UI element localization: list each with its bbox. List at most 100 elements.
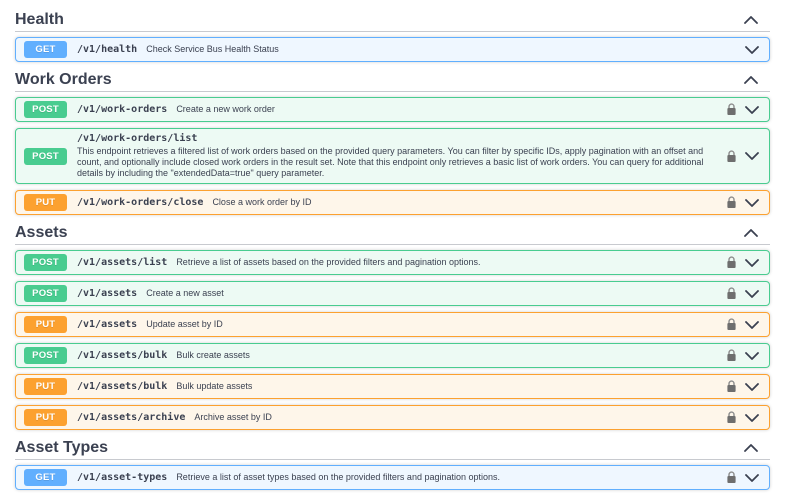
lock-icon [726, 287, 737, 300]
lock-icon [726, 196, 737, 209]
endpoint-content: /v1/assets/bulk Bulk create assets [77, 350, 718, 361]
lock-icon [726, 150, 737, 163]
lock-icon [726, 411, 737, 424]
http-method-badge: POST [24, 254, 67, 271]
endpoint-content: /v1/assets/list Retrieve a list of asset… [77, 257, 718, 268]
http-method-badge: PUT [24, 409, 67, 426]
chevron-down-icon [745, 46, 759, 54]
chevron-down-icon [745, 352, 759, 360]
http-method-badge: PUT [24, 194, 67, 211]
endpoint-summary: This endpoint retrieves a filtered list … [77, 146, 718, 179]
lock-icon [726, 380, 737, 393]
endpoint-controls [718, 318, 759, 331]
endpoint-path: /v1/asset-types [77, 472, 167, 483]
endpoint-content: /v1/work-orders/list This endpoint retri… [77, 133, 718, 179]
api-tag-section: Work Orders POST /v1/work-orders Create … [15, 68, 770, 215]
http-method-badge: PUT [24, 316, 67, 333]
endpoint-controls [718, 103, 759, 116]
authorize-lock-button[interactable] [726, 471, 737, 484]
section-endpoints: GET /v1/health Check Service Bus Health … [15, 37, 770, 62]
section-endpoints: GET /v1/asset-types Retrieve a list of a… [15, 465, 770, 490]
authorize-lock-button[interactable] [726, 287, 737, 300]
endpoint-content: /v1/assets Create a new asset [77, 288, 718, 299]
tag-section-header[interactable]: Asset Types [15, 436, 770, 460]
endpoint-summary: Bulk create assets [176, 350, 250, 361]
chevron-up-icon [744, 76, 758, 84]
endpoint-path: /v1/assets [77, 319, 137, 330]
http-method-badge: POST [24, 148, 67, 165]
section-endpoints: POST /v1/assets/list Retrieve a list of … [15, 250, 770, 430]
http-method-badge: GET [24, 41, 67, 58]
endpoint-row[interactable]: PUT /v1/work-orders/close Close a work o… [15, 190, 770, 215]
endpoint-row[interactable]: POST /v1/assets/bulk Bulk create assets [15, 343, 770, 368]
endpoint-summary: Check Service Bus Health Status [146, 44, 279, 55]
authorize-lock-button[interactable] [726, 256, 737, 269]
chevron-down-icon [745, 290, 759, 298]
endpoint-summary: Create a new work order [176, 104, 275, 115]
endpoint-row[interactable]: POST /v1/assets Create a new asset [15, 281, 770, 306]
authorize-lock-button[interactable] [726, 103, 737, 116]
tag-section-header[interactable]: Work Orders [15, 68, 770, 92]
endpoint-row[interactable]: POST /v1/work-orders Create a new work o… [15, 97, 770, 122]
endpoint-row[interactable]: PUT /v1/assets/archive Archive asset by … [15, 405, 770, 430]
endpoint-path: /v1/assets/list [77, 257, 167, 268]
endpoint-row[interactable]: PUT /v1/assets Update asset by ID [15, 312, 770, 337]
endpoint-path: /v1/health [77, 44, 137, 55]
api-tag-section: Assets POST /v1/assets/list Retrieve a l… [15, 221, 770, 430]
section-title: Asset Types [15, 438, 108, 457]
lock-icon [726, 349, 737, 362]
chevron-down-icon [745, 259, 759, 267]
authorize-lock-button[interactable] [726, 411, 737, 424]
section-title: Health [15, 10, 64, 29]
authorize-lock-button[interactable] [726, 380, 737, 393]
authorize-lock-button[interactable] [726, 349, 737, 362]
endpoint-content: /v1/work-orders Create a new work order [77, 104, 718, 115]
endpoint-row[interactable]: POST /v1/work-orders/list This endpoint … [15, 128, 770, 184]
endpoint-summary: Retrieve a list of assets based on the p… [176, 257, 480, 268]
authorize-lock-button[interactable] [726, 150, 737, 163]
endpoint-controls [718, 380, 759, 393]
endpoint-content: /v1/work-orders/close Close a work order… [77, 197, 718, 208]
endpoint-row[interactable]: GET /v1/asset-types Retrieve a list of a… [15, 465, 770, 490]
tag-section-header[interactable]: Assets [15, 221, 770, 245]
chevron-down-icon [745, 199, 759, 207]
authorize-lock-button[interactable] [726, 318, 737, 331]
endpoint-controls [718, 349, 759, 362]
http-method-badge: GET [24, 469, 67, 486]
endpoint-summary: Archive asset by ID [194, 412, 272, 423]
chevron-down-icon [745, 106, 759, 114]
chevron-up-icon [744, 16, 758, 24]
endpoint-path: /v1/work-orders/close [77, 197, 203, 208]
endpoint-controls [718, 287, 759, 300]
endpoint-row[interactable]: PUT /v1/assets/bulk Bulk update assets [15, 374, 770, 399]
tag-section-header[interactable]: Health [15, 8, 770, 32]
endpoint-summary: Bulk update assets [176, 381, 252, 392]
endpoint-path: /v1/work-orders/list [77, 133, 197, 144]
lock-icon [726, 256, 737, 269]
endpoint-controls [718, 411, 759, 424]
endpoint-content: /v1/assets Update asset by ID [77, 319, 718, 330]
lock-icon [726, 471, 737, 484]
endpoint-path: /v1/assets/archive [77, 412, 185, 423]
chevron-down-icon [745, 474, 759, 482]
api-tag-section: Health GET /v1/health Check Service Bus … [15, 8, 770, 62]
authorize-lock-button[interactable] [726, 196, 737, 209]
api-sections: Health GET /v1/health Check Service Bus … [15, 8, 770, 490]
endpoint-content: /v1/assets/archive Archive asset by ID [77, 412, 718, 423]
endpoint-path: /v1/work-orders [77, 104, 167, 115]
endpoint-content: /v1/asset-types Retrieve a list of asset… [77, 472, 718, 483]
endpoint-row[interactable]: POST /v1/assets/list Retrieve a list of … [15, 250, 770, 275]
endpoint-row[interactable]: GET /v1/health Check Service Bus Health … [15, 37, 770, 62]
section-endpoints: POST /v1/work-orders Create a new work o… [15, 97, 770, 215]
endpoint-summary: Close a work order by ID [212, 197, 311, 208]
http-method-badge: POST [24, 101, 67, 118]
chevron-down-icon [745, 414, 759, 422]
chevron-down-icon [745, 152, 759, 160]
api-tag-section: Asset Types GET /v1/asset-types Retrieve… [15, 436, 770, 490]
endpoint-controls [718, 196, 759, 209]
chevron-up-icon [744, 444, 758, 452]
section-title: Assets [15, 223, 67, 242]
endpoint-content: /v1/assets/bulk Bulk update assets [77, 381, 718, 392]
endpoint-content: /v1/health Check Service Bus Health Stat… [77, 44, 737, 55]
lock-icon [726, 318, 737, 331]
